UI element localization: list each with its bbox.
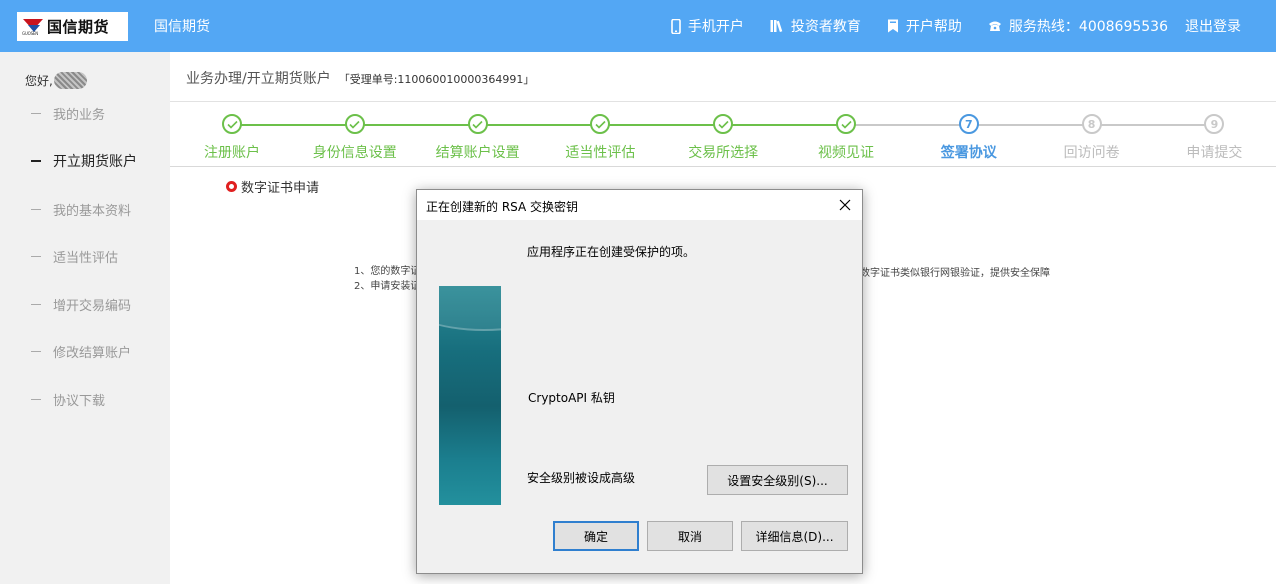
sidebar-item-basic-info[interactable]: 我的基本资料	[31, 200, 131, 219]
step-label: 回访问卷	[1063, 145, 1120, 161]
sidebar-item-settlement[interactable]: 修改结算账户	[31, 342, 131, 361]
cert-note-tail: 数字证书类似银行网银验证，提供安全保障	[860, 268, 1050, 279]
top-header: GUOSEN 国信期货 国信期货 手机开户 投资者教育 开户帮助 服务热线：40…	[0, 0, 1276, 52]
check-icon	[467, 114, 488, 134]
dash-icon	[31, 256, 41, 257]
step-label: 结算账户设置	[435, 145, 520, 161]
telephone-icon	[988, 21, 1001, 31]
details-button[interactable]: 详细信息(D)...	[741, 521, 848, 551]
check-icon	[222, 114, 242, 134]
step-label: 申请提交	[1186, 145, 1243, 161]
security-banner-image	[439, 286, 501, 505]
step-number: 8	[1081, 114, 1102, 134]
dash-icon	[31, 113, 41, 114]
step-label: 交易所选择	[688, 145, 759, 161]
set-security-level-button[interactable]: 设置安全级别(S)...	[707, 465, 848, 495]
step-2: 身份信息设置	[295, 114, 415, 162]
step-label: 签署协议	[940, 145, 997, 161]
nav-open-help[interactable]: 开户帮助	[887, 16, 962, 36]
step-number: 9	[1204, 114, 1225, 134]
step-7: 7 签署协议	[909, 114, 1029, 162]
divider	[170, 101, 1276, 102]
step-3: 结算账户设置	[418, 114, 538, 162]
dash-icon	[31, 209, 41, 210]
logo-mark-icon: GUOSEN	[22, 18, 43, 36]
cancel-button[interactable]: 取消	[647, 521, 733, 551]
step-9: 9 申请提交	[1154, 114, 1274, 162]
dash-icon	[31, 160, 41, 162]
check-icon	[713, 114, 734, 134]
cert-notes: 1、您的数字证 2、申请安装证	[354, 266, 421, 292]
receipt-number: 「受理单号:110060010000364991」	[338, 73, 535, 86]
sidebar: 您好, 我的业务 开立期货账户 我的基本资料 适当性评估 增开交易编码 修改结算…	[0, 52, 170, 584]
step-label: 注册账户	[204, 145, 260, 161]
check-icon	[590, 114, 611, 134]
step-4: 适当性评估	[540, 114, 660, 162]
books-icon	[770, 20, 783, 33]
sidebar-item-open-account[interactable]: 开立期货账户	[31, 151, 137, 171]
rsa-key-dialog: 正在创建新的 RSA 交换密钥 应用程序正在创建受保护的项。 CryptoAPI…	[416, 189, 863, 574]
step-8: 8 回访问卷	[1032, 114, 1152, 162]
nav-mobile-open[interactable]: 手机开户	[671, 16, 744, 36]
step-1: 注册账户	[172, 114, 292, 162]
dialog-message: 应用程序正在创建受保护的项。	[527, 245, 696, 259]
step-label: 视频见证	[818, 145, 874, 161]
sidebar-item-agreement-download[interactable]: 协议下载	[31, 390, 105, 409]
logout-link[interactable]: 退出登录	[1185, 16, 1241, 36]
sidebar-item-suitability[interactable]: 适当性评估	[31, 247, 118, 266]
bookmark-icon	[887, 19, 898, 33]
ok-button[interactable]: 确定	[553, 521, 639, 551]
sidebar-item-trading-code[interactable]: 增开交易编码	[31, 295, 131, 314]
dash-icon	[31, 351, 41, 352]
logo-text: 国信期货	[47, 18, 110, 36]
nav-investor-education[interactable]: 投资者教育	[770, 16, 861, 36]
logo[interactable]: GUOSEN 国信期货	[17, 12, 128, 41]
protected-item-name: CryptoAPI 私钥	[528, 391, 615, 405]
sidebar-item-my-business[interactable]: 我的业务	[31, 104, 105, 123]
step-6: 视频见证	[786, 114, 906, 162]
cert-section-title: 数字证书申请	[226, 177, 319, 196]
check-icon	[344, 114, 365, 134]
security-level-text: 安全级别被设成高级	[527, 471, 636, 485]
nav-hotline: 服务热线：4008695536	[988, 16, 1168, 36]
avatar	[53, 72, 87, 89]
dash-icon	[31, 399, 41, 400]
close-icon	[839, 199, 851, 211]
step-label: 适当性评估	[565, 145, 636, 161]
phone-icon	[671, 18, 681, 34]
step-5: 交易所选择	[663, 114, 783, 162]
dash-icon	[31, 304, 41, 305]
brand-name[interactable]: 国信期货	[154, 16, 210, 36]
step-label: 身份信息设置	[312, 145, 397, 161]
top-nav: 手机开户 投资者教育 开户帮助 服务热线：4008695536 退出登录	[645, 16, 1241, 36]
breadcrumb: 业务办理/开立期货账户 「受理单号:110060010000364991」	[186, 68, 534, 88]
step-number: 7	[958, 114, 979, 134]
divider	[170, 166, 1276, 167]
radio-dot-icon	[226, 181, 237, 192]
check-icon	[836, 114, 856, 134]
dialog-title: 正在创建新的 RSA 交换密钥	[417, 190, 862, 220]
close-button[interactable]	[834, 194, 856, 216]
user-greeting: 您好,	[25, 72, 87, 89]
breadcrumb-path: 业务办理/开立期货账户	[186, 71, 331, 87]
